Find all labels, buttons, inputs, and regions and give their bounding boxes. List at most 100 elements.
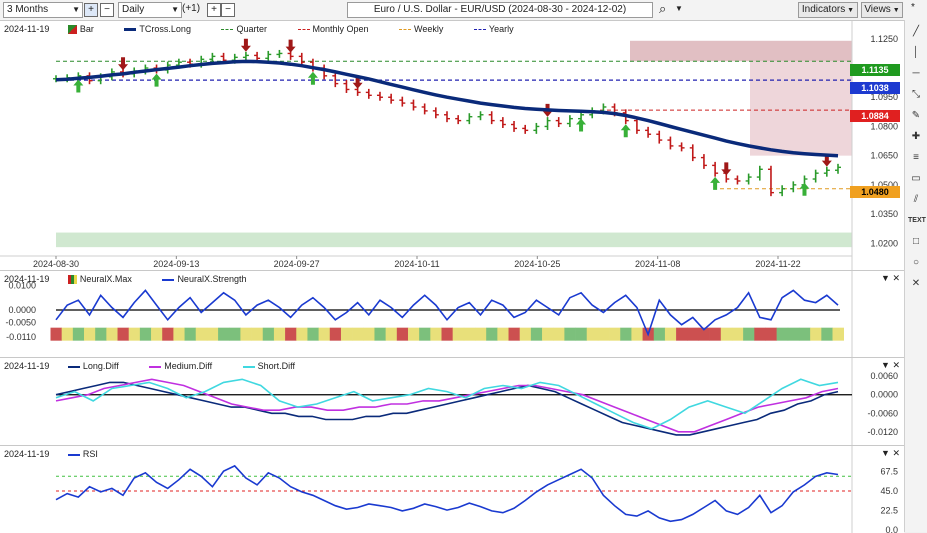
rectangle-tool-icon[interactable]: □ [908, 234, 924, 250]
sell-arrow-icon [118, 57, 129, 71]
diff-tick-label: 0.0000 [870, 390, 898, 400]
price-box-quarter: 1.1135 [850, 64, 900, 76]
legend-neuralx-max: NeuralX.Max [64, 274, 144, 285]
neuralx-max-cell [620, 327, 632, 341]
indicators-button[interactable]: Indicators ▼ [798, 2, 858, 18]
neuralx-max-cell [530, 327, 543, 341]
line-tool-icon[interactable]: ╱ [908, 24, 924, 40]
neuralx-max-cell [776, 327, 789, 341]
diff-chart[interactable]: 0.0060 0.0000 -0.0060 -0.0120 [0, 358, 904, 445]
neuralx-max-cell [631, 327, 643, 341]
legend-neuralx-strength: NeuralX.Strength [158, 274, 258, 284]
interval-select[interactable]: Daily ▼ [118, 2, 182, 18]
neuralx-max-cell [676, 327, 688, 341]
toolbar: 3 Months ▼ + − Daily ▼ (+1) + − Euro / U… [0, 0, 927, 21]
legend-medium-diff: Medium.Diff [145, 361, 224, 371]
ellipse-tool-icon[interactable]: ○ [908, 255, 924, 271]
crosshair-icon[interactable]: ✚ [908, 129, 924, 145]
resistance-zone [630, 40, 852, 62]
neuralx-max-cell [731, 327, 744, 341]
diff-legend: 2024-11-19 Long.Diff Medium.Diff Short.D… [4, 361, 319, 371]
neuralx-max-cell [519, 327, 532, 341]
panel-controls[interactable]: ▼ ✕ [881, 360, 900, 371]
neuralx-max-cell [229, 327, 241, 341]
text-tool-icon[interactable]: TEXT [908, 213, 926, 229]
neuralx-max-cell [687, 327, 699, 341]
neuralx-max-cell [151, 327, 163, 341]
chevron-down-icon: ▼ [171, 5, 179, 14]
channel-icon[interactable]: ⫽ [908, 192, 924, 208]
rsi-legend: 2024-11-19 RSI [4, 449, 122, 459]
neuralx-max-cell [396, 327, 409, 341]
neuralx-max-cell [195, 327, 208, 341]
price-box-weekly: 1.0480 [850, 186, 900, 198]
neuralx-max-cell [95, 327, 107, 341]
support-zone [56, 232, 852, 248]
chevron-down-icon[interactable]: ▼ [675, 4, 683, 13]
legend-monthly-open: Monthly Open [294, 24, 381, 34]
buy-arrow-icon [576, 118, 587, 132]
neuralx-max-cell [798, 327, 811, 341]
neuralx-max-cell [206, 327, 219, 341]
price-tick-label: 1.0800 [870, 121, 898, 131]
neuralx-max-cell [352, 327, 364, 341]
panel-controls[interactable]: ▼ ✕ [881, 448, 900, 459]
neuralx-max-cell [586, 327, 599, 341]
buy-arrow-icon [620, 124, 631, 138]
resistance-zone-lower [750, 61, 852, 156]
sell-arrow-icon [285, 39, 296, 53]
neuralx-max-cell [754, 327, 766, 341]
long-diff-line [55, 381, 839, 436]
diff-panel-date: 2024-11-19 [4, 361, 50, 371]
fibonacci-icon[interactable]: ≡ [908, 150, 924, 166]
date-tick-label: 2024-10-11 [394, 259, 439, 269]
vertical-line-icon[interactable]: │ [908, 45, 924, 61]
neuralx-max-cell [542, 327, 554, 341]
rsi-line [55, 464, 839, 523]
date-tick-label: 2024-11-08 [635, 259, 680, 269]
neuralx-max-cell [173, 327, 185, 341]
neuralx-max-cell [653, 327, 666, 341]
neuralx-max-cell [128, 327, 141, 341]
views-button[interactable]: Views ▼ [861, 2, 903, 18]
interval-select-value: Daily [122, 4, 145, 15]
period-select[interactable]: 3 Months ▼ [3, 2, 83, 18]
rsi-tick-label: 45.0 [880, 486, 898, 496]
neuralx-max-cell [251, 327, 264, 341]
horizontal-line-icon[interactable]: ─ [908, 66, 924, 82]
delete-drawings-icon[interactable]: ✕ [908, 276, 924, 292]
chevron-down-icon: ▼ [72, 5, 80, 14]
price-chart[interactable]: 1.12501.11001.09501.08001.06501.05001.03… [0, 21, 904, 270]
neuralx-max-cell [162, 327, 174, 341]
pen-tool-icon[interactable]: ✎ [908, 108, 924, 124]
date-tick-label: 2024-09-13 [153, 259, 199, 269]
neuralx-max-cell [307, 327, 319, 341]
price-tick-label: 1.0650 [870, 151, 898, 161]
rsi-chart[interactable]: 67.545.022.50.0 [0, 446, 904, 533]
neuralx-max-cell [575, 327, 588, 341]
sell-arrow-icon [240, 38, 251, 52]
rsi-tick-label: 67.5 [880, 467, 898, 477]
panel-controls[interactable]: ▼ ✕ [881, 273, 900, 284]
price-legend: 2024-11-19 Bar TCross.Long Quarter Month… [4, 24, 538, 35]
zoom-out-button[interactable]: − [100, 3, 114, 17]
neuralx-max-cell [810, 327, 822, 341]
neuralx-max-cell [609, 327, 621, 341]
neuralx-max-cell [50, 327, 62, 341]
ray-tool-icon[interactable]: ⤡ [908, 87, 924, 103]
neuralx-max-cell [597, 327, 610, 341]
bar-offset-label: (+1) [182, 3, 201, 14]
callout-icon[interactable]: ▭ [908, 171, 924, 187]
search-icon[interactable]: ⌕ [659, 1, 666, 17]
symbol-field[interactable]: Euro / U.S. Dollar - EUR/USD (2024-08-30… [347, 2, 653, 18]
zoom-in-button[interactable]: + [84, 3, 98, 17]
neuralx-max-cell [452, 327, 465, 341]
diff-panel: 0.0060 0.0000 -0.0060 -0.0120 2024-11-19 Lo… [0, 357, 904, 445]
buy-arrow-icon [710, 176, 721, 190]
diff-tick-label: -0.0120 [867, 427, 898, 437]
remove-bar-button[interactable]: − [221, 3, 235, 17]
add-bar-button[interactable]: + [207, 3, 221, 17]
neuralx-max-cell [72, 327, 85, 341]
pin-icon[interactable]: * [911, 2, 915, 13]
legend-long-diff: Long.Diff [64, 361, 131, 371]
